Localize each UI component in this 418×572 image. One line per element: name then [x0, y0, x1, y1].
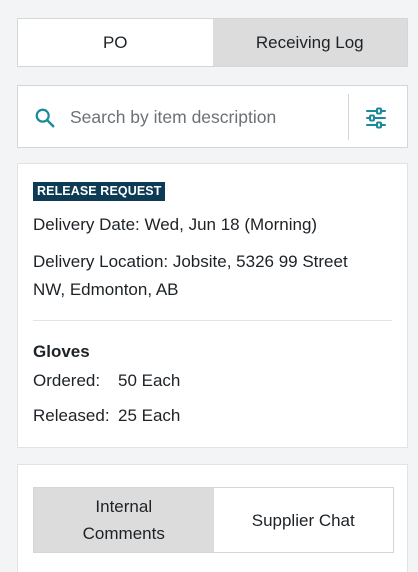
tab-supplier-chat-label: Supplier Chat: [251, 510, 355, 530]
search-bar: [17, 85, 408, 148]
comments-card: Internal Comments Supplier Chat: [17, 464, 408, 572]
ordered-label: Ordered:: [33, 371, 101, 390]
delivery-location: Delivery Location: Jobsite, 5326 99 Stre…: [33, 252, 348, 299]
ordered-row: Ordered: 50 Each: [33, 371, 180, 391]
tab-receiving-log[interactable]: Receiving Log: [212, 19, 407, 66]
released-value: 25 Each: [118, 406, 181, 425]
search-icon: [35, 108, 55, 128]
tab-internal-comments-label: Internal Comments: [82, 497, 165, 543]
search-input[interactable]: [70, 100, 340, 134]
release-request-card[interactable]: RELEASE REQUEST Delivery Date: Wed, Jun …: [17, 163, 408, 448]
view-tabs: PO Receiving Log: [17, 18, 408, 67]
search-divider: [348, 94, 349, 140]
released-label: Released:: [33, 406, 110, 425]
released-row: Released: 25 Each: [33, 406, 180, 426]
comments-tabs: Internal Comments Supplier Chat: [33, 487, 394, 553]
item-name: Gloves: [33, 342, 90, 361]
tab-supplier-chat[interactable]: Supplier Chat: [214, 488, 394, 552]
tab-internal-comments[interactable]: Internal Comments: [34, 488, 214, 552]
ordered-value: 50 Each: [118, 371, 181, 390]
release-request-badge: RELEASE REQUEST: [33, 182, 166, 201]
delivery-date: Delivery Date: Wed, Jun 18 (Morning): [33, 215, 318, 234]
tab-po[interactable]: PO: [18, 19, 213, 66]
divider: [33, 320, 392, 321]
sliders-icon[interactable]: [364, 106, 388, 130]
